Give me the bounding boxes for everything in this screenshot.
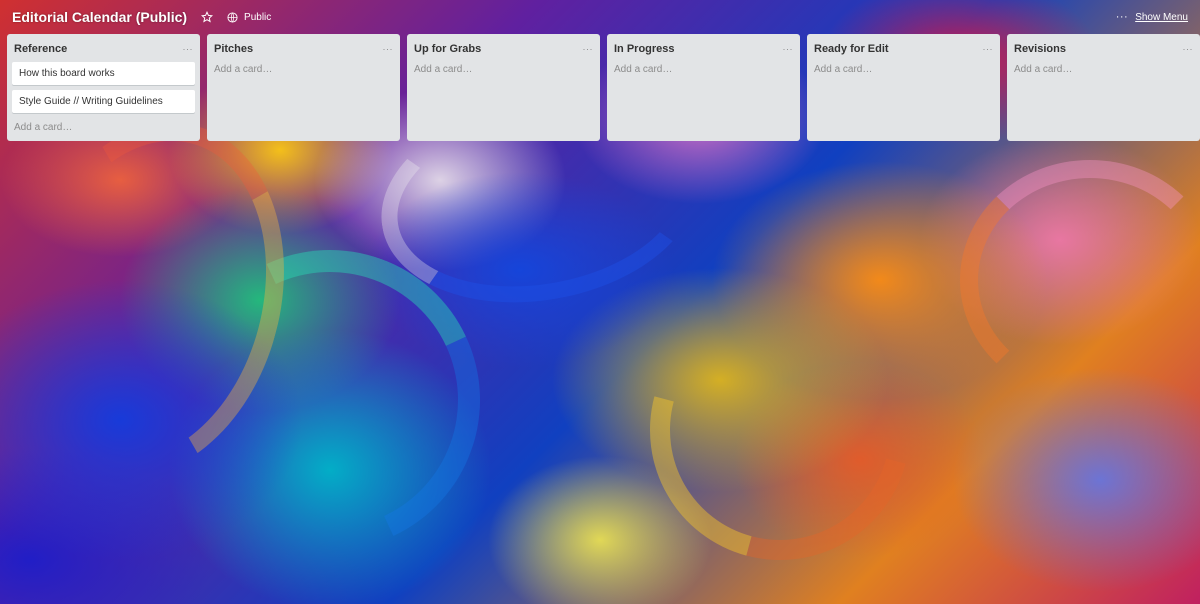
list-header: Reference ··· [12,38,195,60]
list-ready-for-edit[interactable]: Ready for Edit ··· Add a card… [807,34,1000,141]
add-card-button[interactable]: Add a card… [812,60,995,77]
list-pitches[interactable]: Pitches ··· Add a card… [207,34,400,141]
card[interactable]: How this board works [12,62,195,85]
list-header: Revisions ··· [1012,38,1195,60]
list-title[interactable]: Ready for Edit [814,43,889,55]
list-menu-icon[interactable]: ··· [183,44,194,54]
show-menu-label: Show Menu [1135,11,1188,23]
list-title[interactable]: Reference [14,43,67,55]
list-in-progress[interactable]: In Progress ··· Add a card… [607,34,800,141]
list-title[interactable]: Revisions [1014,43,1066,55]
background-swirl [602,252,958,604]
card[interactable]: Style Guide // Writing Guidelines [12,90,195,113]
board-header: Editorial Calendar (Public) Public ··· S… [0,0,1200,34]
add-card-button[interactable]: Add a card… [212,60,395,77]
add-card-button[interactable]: Add a card… [1012,60,1195,77]
list-header: Up for Grabs ··· [412,38,595,60]
add-card-button[interactable]: Add a card… [412,60,595,77]
list-header: Pitches ··· [212,38,395,60]
list-menu-icon[interactable]: ··· [583,44,594,54]
add-card-button[interactable]: Add a card… [12,118,195,135]
list-menu-icon[interactable]: ··· [783,44,794,54]
list-menu-icon[interactable]: ··· [383,44,394,54]
board-title[interactable]: Editorial Calendar (Public) [12,9,187,25]
list-title[interactable]: Pitches [214,43,253,55]
globe-icon [227,11,238,23]
list-menu-icon[interactable]: ··· [983,44,994,54]
star-icon[interactable] [201,11,214,23]
list-title[interactable]: In Progress [614,43,675,55]
list-header: In Progress ··· [612,38,795,60]
list-title[interactable]: Up for Grabs [414,43,481,55]
board-lists: Reference ··· How this board works Style… [7,34,1200,141]
add-card-button[interactable]: Add a card… [612,60,795,77]
more-icon: ··· [1115,10,1129,23]
list-revisions[interactable]: Revisions ··· Add a card… [1007,34,1200,141]
list-menu-icon[interactable]: ··· [1183,44,1194,54]
background-swirl [960,160,1200,400]
list-header: Ready for Edit ··· [812,38,995,60]
show-menu-button[interactable]: ··· Show Menu [1115,10,1188,23]
visibility-button[interactable]: Public [227,12,271,23]
list-up-for-grabs[interactable]: Up for Grabs ··· Add a card… [407,34,600,141]
visibility-label: Public [244,11,272,23]
list-reference[interactable]: Reference ··· How this board works Style… [7,34,200,141]
